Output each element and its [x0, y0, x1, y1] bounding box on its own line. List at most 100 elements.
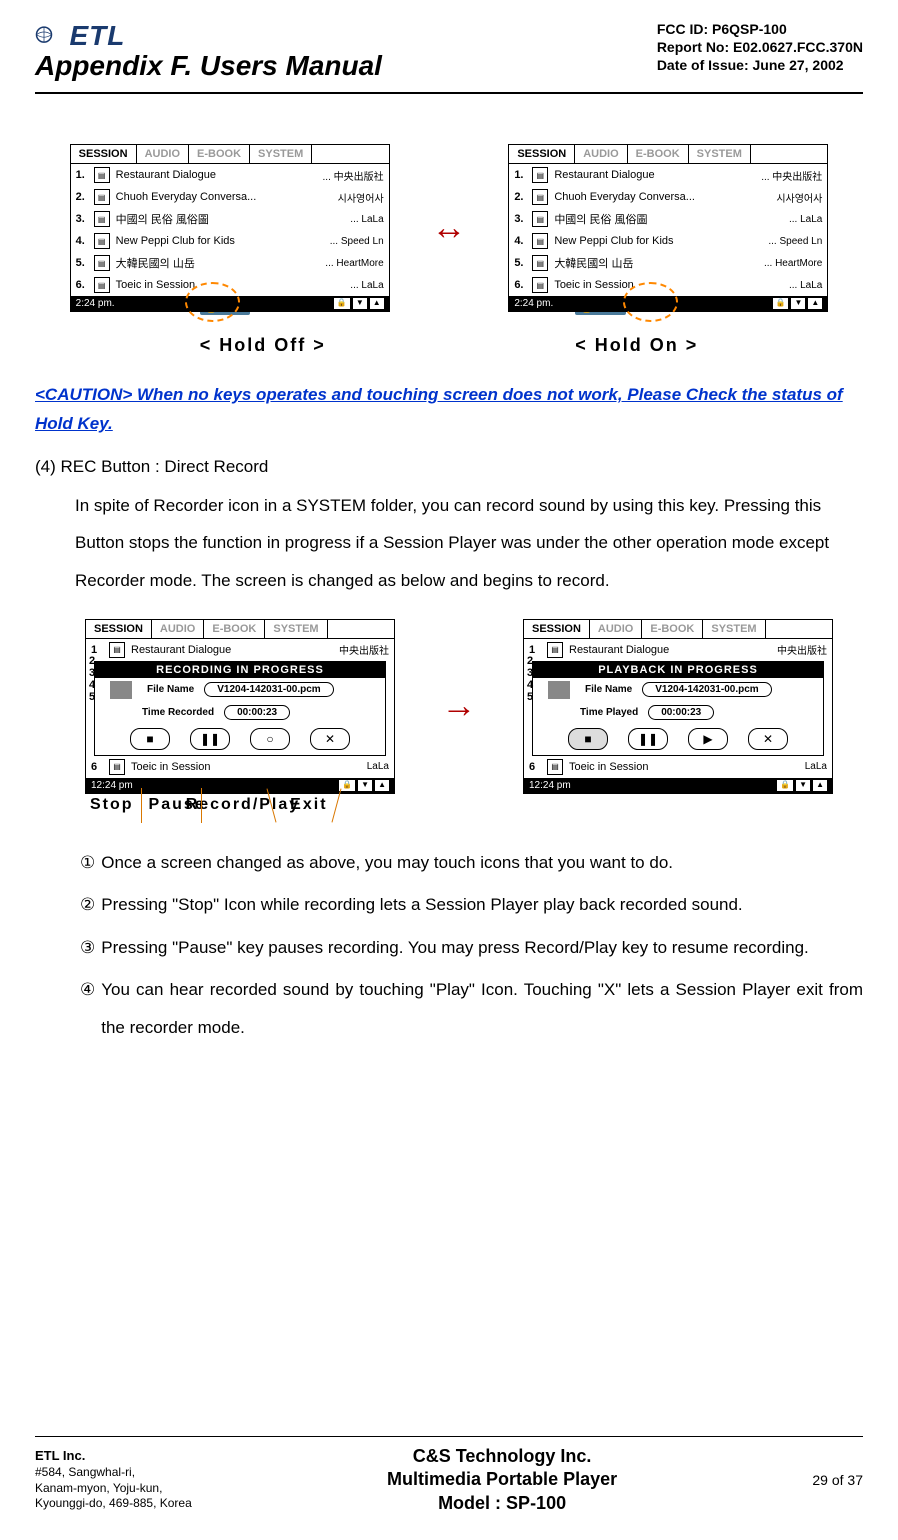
file-name-label: File Name [147, 684, 194, 695]
arrow-icon: → [442, 686, 477, 725]
scroll-up-icon[interactable]: ▲ [813, 780, 827, 791]
scroll-up-icon[interactable]: ▲ [375, 780, 389, 791]
section-heading: (4) REC Button : Direct Record [35, 457, 863, 477]
hold-on-screen: SESSION AUDIO E-BOOK SYSTEM 1.▤Restauran… [508, 144, 828, 312]
stop-button[interactable]: ■ [568, 728, 608, 750]
circled-3-icon: ③ [80, 929, 95, 966]
file-icon: ▤ [94, 167, 110, 183]
time-value: 00:00:23 [224, 705, 290, 720]
tab-system[interactable]: SYSTEM [689, 145, 751, 163]
list-item[interactable]: 2.▤Chuoh Everyday Conversa...시사영어사 [71, 186, 389, 208]
footer-center1: C&S Technology Inc. [387, 1445, 617, 1468]
playback-screen: SESSION AUDIO E-BOOK SYSTEM 1▤Restaurant… [523, 619, 833, 794]
tab-ebook[interactable]: E-BOOK [628, 145, 689, 163]
hold-off-screen: SESSION AUDIO E-BOOK SYSTEM 1.▤Restauran… [70, 144, 390, 312]
file-icon: ▤ [94, 211, 110, 227]
list-item: 1▤Restaurant Dialogue中央出版社 [86, 639, 394, 661]
scroll-down-icon[interactable]: ▼ [358, 780, 372, 791]
scroll-down-icon[interactable]: ▼ [353, 298, 367, 309]
file-icon: ▤ [94, 277, 110, 293]
report-no: Report No: E02.0627.FCC.370N [657, 38, 863, 56]
hold-labels-row: 🔒 HOLD < Hold Off > 🔒 HOLD < Hold On > [35, 317, 863, 356]
caution-text: <CAUTION> When no keys operates and touc… [35, 381, 863, 439]
arrow-icon: ↔ [431, 208, 466, 247]
tab-audio[interactable]: AUDIO [590, 620, 642, 638]
play-button[interactable]: ▶ [688, 728, 728, 750]
time-played-label: Time Played [580, 707, 638, 718]
highlight-circle [623, 282, 678, 322]
footer-company: ETL Inc. [35, 1448, 192, 1465]
tab-session[interactable]: SESSION [509, 145, 575, 163]
status-time: 2:24 pm. [76, 298, 115, 309]
tab-audio[interactable]: AUDIO [575, 145, 627, 163]
exit-button[interactable]: ✕ [310, 728, 350, 750]
instruction-item: ④ You can hear recorded sound by touchin… [80, 971, 863, 1046]
tab-session[interactable]: SESSION [524, 620, 590, 638]
scroll-down-icon[interactable]: ▼ [796, 780, 810, 791]
list-item[interactable]: 3.▤中國의 民俗 風俗圖... LaLa [509, 208, 827, 230]
fcc-id: FCC ID: P6QSP-100 [657, 20, 863, 38]
page-header: ETL Appendix F. Users Manual FCC ID: P6Q… [35, 20, 863, 82]
list-item[interactable]: 4.▤New Peppi Club for Kids... Speed Ln [509, 230, 827, 252]
file-icon: ▤ [94, 189, 110, 205]
record-button[interactable]: ○ [250, 728, 290, 750]
scroll-up-icon[interactable]: ▲ [808, 298, 822, 309]
tab-system[interactable]: SYSTEM [703, 620, 765, 638]
tab-session[interactable]: SESSION [71, 145, 137, 163]
tab-row: SESSION AUDIO E-BOOK SYSTEM [509, 145, 827, 164]
file-icon: ▤ [532, 255, 548, 271]
tab-system[interactable]: SYSTEM [265, 620, 327, 638]
status-bar: 12:24 pm 🔒▼▲ [524, 778, 832, 793]
footer-product: C&S Technology Inc. Multimedia Portable … [387, 1445, 617, 1515]
hold-off-group: 🔒 HOLD < Hold Off > [200, 317, 326, 356]
scroll-down-icon[interactable]: ▼ [791, 298, 805, 309]
hold-screens-row: SESSION AUDIO E-BOOK SYSTEM 1.▤Restauran… [35, 144, 863, 312]
status-time: 12:24 pm [529, 780, 571, 791]
list-item: 6▤Toeic in SessionLaLa [86, 756, 394, 778]
header-rule [35, 92, 863, 94]
scroll-up-icon[interactable]: ▲ [370, 298, 384, 309]
list-item[interactable]: 3.▤中國의 民俗 風俗圖... LaLa [71, 208, 389, 230]
exit-button[interactable]: ✕ [748, 728, 788, 750]
hold-on-label: < Hold On > [575, 335, 698, 355]
recorder-icon [548, 681, 570, 699]
list-item[interactable]: 1.▤Restaurant Dialogue... 中央出版社 [509, 164, 827, 186]
footer-center2: Multimedia Portable Player [387, 1468, 617, 1491]
file-name-value: V1204-142031-00.pcm [642, 682, 771, 697]
tab-audio[interactable]: AUDIO [137, 145, 189, 163]
etl-logo: ETL [35, 20, 382, 52]
tab-ebook[interactable]: E-BOOK [189, 145, 250, 163]
list-item[interactable]: 5.▤大韓民國의 山岳... HeartMore [509, 252, 827, 274]
instruction-item: ① Once a screen changed as above, you ma… [80, 844, 863, 881]
exit-label: Exit [290, 796, 327, 814]
pause-button[interactable]: ❚❚ [190, 728, 230, 750]
list-item[interactable]: 4.▤New Peppi Club for Kids... Speed Ln [71, 230, 389, 252]
footer-addr3: Kyounggi-do, 469-885, Korea [35, 1496, 192, 1512]
file-icon: ▤ [109, 642, 125, 658]
recording-screens-row: SESSION AUDIO E-BOOK SYSTEM 1▤Restaurant… [85, 619, 833, 794]
file-name-row: File Name V1204-142031-00.pcm [533, 678, 823, 702]
tab-ebook[interactable]: E-BOOK [204, 620, 265, 638]
stop-button[interactable]: ■ [130, 728, 170, 750]
list-item[interactable]: 5.▤大韓民國의 山岳... HeartMore [71, 252, 389, 274]
tab-ebook[interactable]: E-BOOK [642, 620, 703, 638]
recorder-icon [110, 681, 132, 699]
tab-session[interactable]: SESSION [86, 620, 152, 638]
recording-screen: SESSION AUDIO E-BOOK SYSTEM 1▤Restaurant… [85, 619, 395, 794]
tab-audio[interactable]: AUDIO [152, 620, 204, 638]
time-row: Time Recorded 00:00:23 [95, 702, 385, 723]
stop-label: Stop [90, 796, 134, 814]
tab-system[interactable]: SYSTEM [250, 145, 312, 163]
date-of-issue: Date of Issue: June 27, 2002 [657, 56, 863, 74]
footer-address: ETL Inc. #584, Sangwhal-ri, Kanam-myon, … [35, 1448, 192, 1512]
right-arrow: → [429, 686, 489, 726]
instruction-text: Pressing "Stop" Icon while recording let… [101, 886, 863, 923]
bidirectional-arrow: ↔ [419, 208, 479, 248]
section-body: In spite of Recorder icon in a SYSTEM fo… [75, 487, 863, 599]
tab-row: SESSION AUDIO E-BOOK SYSTEM [71, 145, 389, 164]
list-item[interactable]: 2.▤Chuoh Everyday Conversa...시사영어사 [509, 186, 827, 208]
tab-row: SESSION AUDIO E-BOOK SYSTEM [86, 620, 394, 639]
footer-addr2: Kanam-myon, Yoju-kun, [35, 1481, 192, 1497]
list-item[interactable]: 1.▤Restaurant Dialogue... 中央出版社 [71, 164, 389, 186]
pause-button[interactable]: ❚❚ [628, 728, 668, 750]
